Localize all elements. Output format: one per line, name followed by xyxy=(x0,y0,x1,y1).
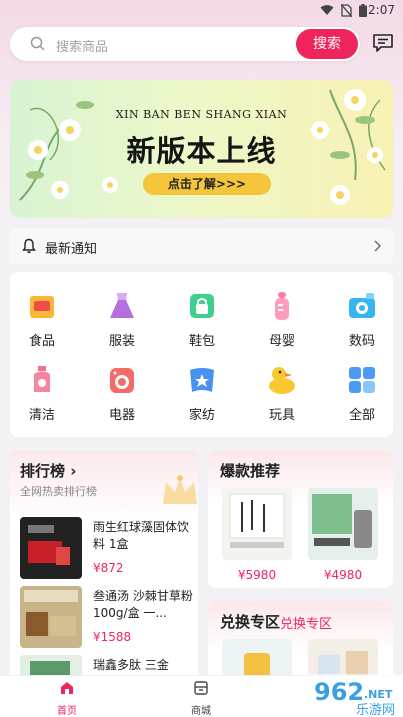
hot-title: 爆款推荐 xyxy=(220,462,281,480)
search-bar[interactable]: 搜索商品 搜索 xyxy=(10,27,360,61)
hot-item[interactable]: ¥5980 xyxy=(222,488,292,582)
product-price: ¥872 xyxy=(93,561,124,575)
clothing-icon xyxy=(110,293,134,318)
product-name: 叁通汤 沙棘甘草粉 100g/盒 一... xyxy=(93,589,193,620)
shop-icon xyxy=(194,681,208,695)
category-grid: 食品 服装 鞋包 母婴 数码 清洁 电器 家纺 玩具 全部 xyxy=(10,272,393,437)
exchange-tag: 兑换专区 xyxy=(280,617,333,632)
grid-all-icon xyxy=(349,367,375,393)
banner-title: 新版本上线 xyxy=(126,134,277,168)
svg-text:乐游网: 乐游网 xyxy=(356,703,395,717)
status-bar: 2:07 xyxy=(0,0,403,22)
cleaning-icon xyxy=(34,366,50,392)
home-icon xyxy=(61,682,73,694)
search-input[interactable]: 搜索商品 xyxy=(56,36,108,55)
bell-icon xyxy=(22,238,36,254)
hot-recommend-card[interactable]: 爆款推荐 ¥5980 ¥4980 xyxy=(208,450,393,588)
category-baby[interactable]: 母婴 xyxy=(250,290,314,360)
watermark-logo: 962 .NET 乐游网 xyxy=(308,674,403,717)
duck-toy-icon xyxy=(269,367,295,394)
ranking-item[interactable]: 叁通汤 沙棘甘草粉 100g/盒 一... ¥1588 xyxy=(20,586,196,648)
food-icon xyxy=(30,296,54,318)
banner-cta-button[interactable]: 点击了解>>> xyxy=(143,173,271,195)
notice-bar[interactable]: 最新通知 xyxy=(10,228,393,264)
category-toys[interactable]: 玩具 xyxy=(250,364,314,434)
promo-banner[interactable]: XIN BAN BEN SHANG XIAN 新版本上线 点击了解>>> xyxy=(10,80,393,218)
category-cleaning[interactable]: 清洁 xyxy=(10,364,74,434)
product-price: ¥1588 xyxy=(93,630,132,644)
category-clothing[interactable]: 服装 xyxy=(90,290,154,360)
product-name: 瑞鑫多肽 三金 xyxy=(93,658,169,672)
message-icon[interactable] xyxy=(372,33,394,53)
tab-mall-label: 商城 xyxy=(191,706,211,717)
banner-subtitle: XIN BAN BEN SHANG XIAN xyxy=(115,108,288,121)
category-all[interactable]: 全部 xyxy=(330,364,394,434)
tab-home-label: 首页 xyxy=(57,706,77,717)
ranking-item[interactable]: 雨生红球藻固体饮料 1盒 ¥872 xyxy=(20,517,196,579)
ranking-title[interactable]: 排行榜 › xyxy=(20,460,76,481)
tab-mall[interactable]: 商城 xyxy=(171,680,231,717)
product-image xyxy=(222,488,292,560)
notice-label: 最新通知 xyxy=(45,242,98,257)
tab-home[interactable]: 首页 xyxy=(37,680,97,717)
chevron-right-icon: › xyxy=(70,462,77,480)
appliance-icon xyxy=(110,368,134,393)
crown-icon xyxy=(163,475,197,504)
home-textile-icon xyxy=(190,368,214,392)
battery-icon xyxy=(359,4,367,17)
no-sim-icon xyxy=(341,4,352,17)
exchange-title: 兑换专区 xyxy=(220,613,281,631)
shoes-bags-icon xyxy=(190,294,214,318)
search-button[interactable]: 搜索 xyxy=(296,29,358,59)
camera-icon xyxy=(349,293,375,318)
svg-text:962: 962 xyxy=(314,678,364,706)
chevron-right-icon xyxy=(374,240,381,252)
category-appliance[interactable]: 电器 xyxy=(90,364,154,434)
product-price: ¥5980 xyxy=(237,568,277,582)
product-image xyxy=(20,517,82,579)
product-image xyxy=(20,586,82,648)
status-time: 2:07 xyxy=(368,3,395,17)
category-home-textile[interactable]: 家纺 xyxy=(170,364,234,434)
search-icon xyxy=(30,36,45,51)
category-shoes-bags[interactable]: 鞋包 xyxy=(170,290,234,360)
category-food[interactable]: 食品 xyxy=(10,290,74,360)
product-image xyxy=(308,488,378,560)
baby-bottle-icon xyxy=(275,292,289,320)
svg-text:.NET: .NET xyxy=(364,688,393,701)
hot-item[interactable]: ¥4980 xyxy=(308,488,378,582)
ranking-subtitle: 全网热卖排行榜 xyxy=(20,485,97,498)
wifi-icon xyxy=(320,5,334,15)
category-digital[interactable]: 数码 xyxy=(330,290,394,360)
ranking-card[interactable]: 排行榜 › 全网热卖排行榜 雨生红球藻固体饮料 1盒 ¥872 叁通汤 沙棘甘草… xyxy=(10,450,198,690)
product-name: 雨生红球藻固体饮料 1盒 xyxy=(93,520,190,551)
product-price: ¥4980 xyxy=(323,568,363,582)
